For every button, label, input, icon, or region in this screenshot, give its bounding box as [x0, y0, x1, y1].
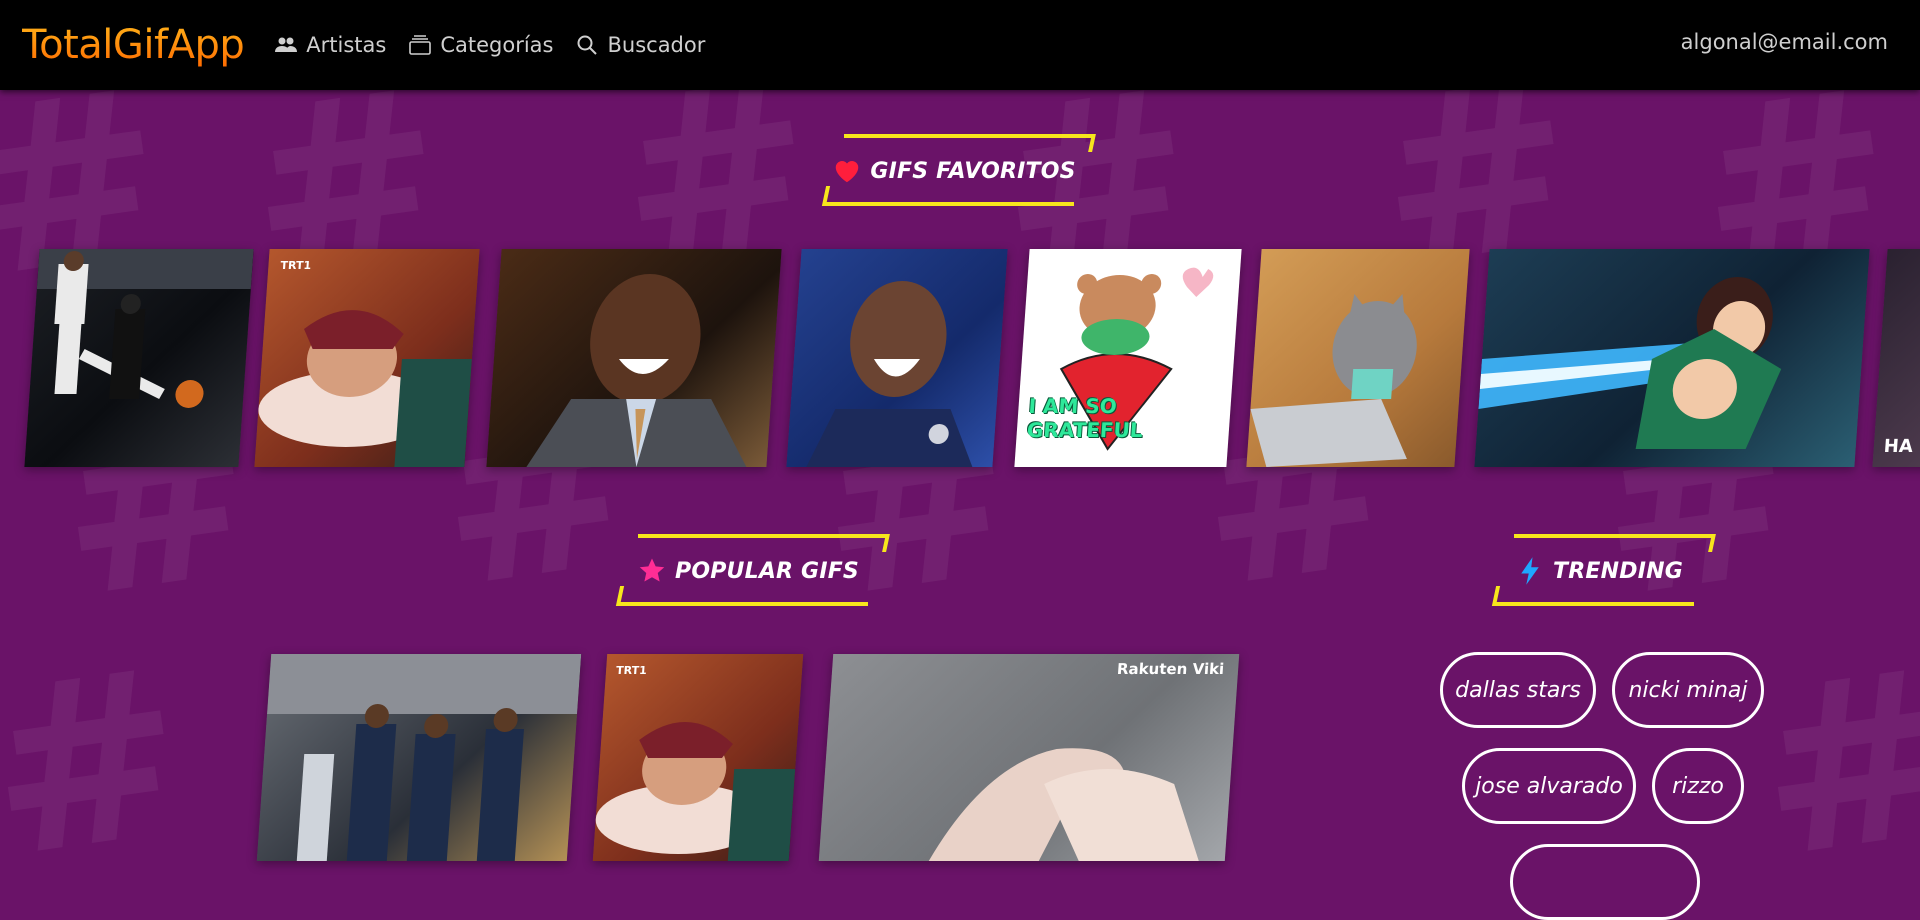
nav-artists-label: Artistas: [306, 33, 387, 57]
gif-caption: HA: [1883, 436, 1914, 457]
trending-tag[interactable]: rizzo: [1652, 748, 1744, 824]
nav-categories-label: Categorías: [440, 33, 554, 57]
user-email[interactable]: algonal@email.com: [1681, 30, 1888, 54]
gif-caption: I AM SO GRATEFUL: [1026, 394, 1144, 442]
gif-caption: Rakuten Viki: [1116, 660, 1225, 678]
navbar: TotalGifApp Artistas Categorías Buscador…: [0, 0, 1920, 90]
gif-sleeping-man-2[interactable]: TRT1: [592, 654, 804, 861]
basketball-player-image: [36, 249, 254, 408]
anime-swordsman-image: [1478, 277, 1782, 449]
sleeping-man-image: [258, 310, 472, 467]
trending-title: TRENDING: [1553, 558, 1683, 584]
nav-search[interactable]: Buscador: [575, 33, 705, 57]
nav-links: Artistas Categorías Buscador: [274, 33, 705, 57]
gif-cat-laptop[interactable]: [1246, 249, 1470, 467]
nav-search-label: Buscador: [607, 33, 706, 57]
popular-header: POPULAR GIFS: [615, 534, 890, 606]
search-icon: [577, 35, 598, 55]
gif-anime-swordsman[interactable]: [1474, 249, 1870, 467]
basketball-team-image: [267, 654, 582, 861]
gif-crying-footballer[interactable]: [786, 249, 1008, 467]
gif-caption: TRT1: [280, 259, 312, 272]
trending-tag[interactable]: jose alvarado: [1462, 748, 1636, 824]
trending-tag-partial[interactable]: [1510, 844, 1700, 920]
trending-tag[interactable]: dallas stars: [1440, 652, 1596, 728]
favorites-header: GIFS FAVORITOS: [821, 134, 1096, 206]
trending-tag[interactable]: nicki minaj: [1612, 652, 1764, 728]
sleeping-man-image-2: [595, 721, 796, 861]
gif-basketball-team[interactable]: [256, 654, 582, 861]
popular-title: POPULAR GIFS: [675, 558, 859, 584]
gif-laughing-man[interactable]: [486, 249, 782, 467]
gif-holding-hands[interactable]: Rakuten Viki: [818, 654, 1240, 861]
heart-icon: [836, 161, 859, 183]
laughing-man-image: [526, 274, 747, 467]
gif-grateful-bear[interactable]: I AM SO GRATEFUL: [1014, 249, 1242, 467]
nav-categories[interactable]: Categorías: [408, 33, 553, 57]
star-icon: [639, 558, 665, 582]
people-icon: [275, 37, 298, 52]
stack-icon: [409, 35, 432, 55]
gif-basketball-player[interactable]: [24, 249, 254, 467]
lightning-icon: [1521, 557, 1539, 585]
cat-laptop-image: [1250, 294, 1417, 467]
nav-artists[interactable]: Artistas: [274, 33, 386, 57]
trending-header: TRENDING: [1491, 534, 1716, 606]
favorites-title: GIFS FAVORITOS: [870, 158, 1076, 184]
gif-sleeping-man[interactable]: TRT1: [254, 249, 480, 467]
gif-caption: TRT1: [615, 664, 648, 677]
crying-footballer-image: [806, 281, 973, 467]
holding-hands-image: [928, 748, 1199, 861]
brand-logo[interactable]: TotalGifApp: [22, 22, 245, 68]
